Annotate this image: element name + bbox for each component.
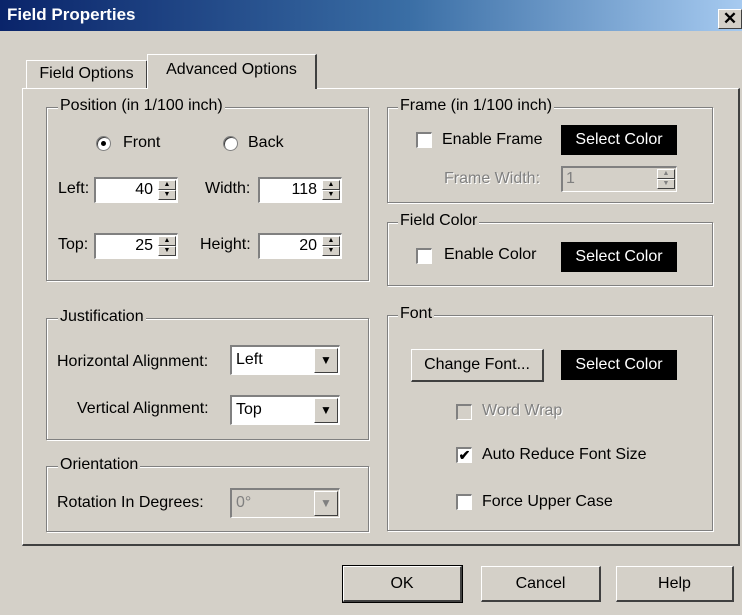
left-value: 40 <box>135 181 153 198</box>
width-label: Width: <box>205 180 251 197</box>
chevron-down-icon[interactable]: ▼ <box>314 491 338 516</box>
frame-width-label: Frame Width: <box>444 170 541 187</box>
field-select-color-label: Select Color <box>575 248 663 265</box>
auto-reduce-label: Auto Reduce Font Size <box>482 446 647 463</box>
radio-selected-dot <box>101 141 106 146</box>
rotation-label: Rotation In Degrees: <box>57 494 204 511</box>
spin-up-icon[interactable]: ▲ <box>158 236 176 246</box>
close-button[interactable]: ✕ <box>718 9 742 29</box>
justification-legend: Justification <box>58 308 146 326</box>
position-legend: Position (in 1/100 inch) <box>58 97 225 115</box>
tab-advanced-options[interactable]: Advanced Options <box>147 54 317 89</box>
word-wrap-label: Word Wrap <box>482 402 563 419</box>
field-select-color-button[interactable]: Select Color <box>561 242 677 272</box>
force-upper-checkbox[interactable] <box>456 494 472 510</box>
font-select-color-label: Select Color <box>575 356 663 373</box>
spin-up-icon[interactable]: ▲ <box>322 180 340 190</box>
width-value: 118 <box>291 181 317 198</box>
height-spinner[interactable]: 20 ▲ ▼ <box>258 233 342 259</box>
width-spinner[interactable]: 118 ▲ ▼ <box>258 177 342 203</box>
height-label: Height: <box>200 236 251 253</box>
enable-color-label: Enable Color <box>444 246 537 263</box>
tab-label: Advanced Options <box>166 61 297 78</box>
horizontal-alignment-select[interactable]: Left ▼ <box>230 345 340 375</box>
top-label: Top: <box>58 236 89 253</box>
front-radio-label: Front <box>123 134 161 151</box>
orientation-legend: Orientation <box>58 456 141 474</box>
frame-select-color-button[interactable]: Select Color <box>561 125 677 155</box>
chevron-down-icon[interactable]: ▼ <box>314 398 338 423</box>
back-radio-label: Back <box>248 134 284 151</box>
top-value: 25 <box>135 237 153 254</box>
frame-select-color-label: Select Color <box>575 131 663 148</box>
enable-frame-label: Enable Frame <box>442 131 543 148</box>
spin-up-icon[interactable]: ▲ <box>158 180 176 190</box>
field-color-legend: Field Color <box>398 212 480 230</box>
horizontal-alignment-value: Left <box>236 351 263 368</box>
spin-down-icon[interactable]: ▼ <box>322 246 340 256</box>
auto-reduce-checkbox[interactable]: ✔ <box>456 447 472 463</box>
close-icon: ✕ <box>722 9 738 28</box>
ok-label: OK <box>390 575 414 592</box>
checkmark-icon: ✔ <box>458 447 471 463</box>
spin-down-icon[interactable]: ▼ <box>657 179 675 189</box>
vertical-alignment-select[interactable]: Top ▼ <box>230 395 340 425</box>
enable-color-checkbox[interactable] <box>416 248 432 264</box>
frame-width-value: 1 <box>566 170 575 187</box>
change-font-button[interactable]: Change Font... <box>411 349 544 382</box>
spin-down-icon[interactable]: ▼ <box>322 190 340 200</box>
tab-label: Field Options <box>39 65 134 82</box>
horizontal-alignment-label: Horizontal Alignment: <box>57 353 209 370</box>
vertical-alignment-label: Vertical Alignment: <box>77 400 209 417</box>
rotation-select[interactable]: 0° ▼ <box>230 488 340 518</box>
top-spinner[interactable]: 25 ▲ ▼ <box>94 233 178 259</box>
word-wrap-checkbox[interactable] <box>456 404 472 420</box>
cancel-button[interactable]: Cancel <box>481 566 601 602</box>
left-label: Left: <box>58 180 90 197</box>
spin-down-icon[interactable]: ▼ <box>158 190 176 200</box>
frame-legend: Frame (in 1/100 inch) <box>398 97 555 115</box>
force-upper-label: Force Upper Case <box>482 493 613 510</box>
window-title: Field Properties <box>7 5 136 24</box>
back-radio[interactable] <box>223 136 238 151</box>
front-radio[interactable] <box>96 136 111 151</box>
tab-field-options[interactable]: Field Options <box>26 60 148 88</box>
chevron-down-icon[interactable]: ▼ <box>314 348 338 373</box>
help-label: Help <box>658 575 691 592</box>
spin-up-icon[interactable]: ▲ <box>322 236 340 246</box>
height-value: 20 <box>299 237 317 254</box>
left-spinner[interactable]: 40 ▲ ▼ <box>94 177 178 203</box>
frame-width-spinner[interactable]: 1 ▲ ▼ <box>561 166 677 192</box>
ok-button[interactable]: OK <box>342 565 463 603</box>
rotation-value: 0° <box>236 494 252 511</box>
help-button[interactable]: Help <box>616 566 734 602</box>
spin-up-icon[interactable]: ▲ <box>657 169 675 179</box>
spin-down-icon[interactable]: ▼ <box>158 246 176 256</box>
vertical-alignment-value: Top <box>236 401 262 418</box>
cancel-label: Cancel <box>515 575 566 592</box>
change-font-label: Change Font... <box>424 356 530 373</box>
enable-frame-checkbox[interactable] <box>416 132 432 148</box>
font-select-color-button[interactable]: Select Color <box>561 350 677 380</box>
font-legend: Font <box>398 305 435 323</box>
